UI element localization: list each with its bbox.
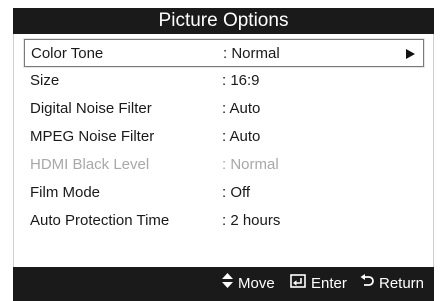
- picture-options-screen: Picture Options Color Tone : Normal Size…: [0, 0, 447, 301]
- right-arrow-icon: [406, 49, 415, 59]
- option-color-tone[interactable]: Color Tone : Normal: [24, 39, 424, 67]
- option-auto-protection-time[interactable]: Auto Protection Time : 2 hours: [24, 207, 424, 235]
- return-label: Return: [379, 275, 425, 293]
- option-label: Auto Protection Time: [30, 212, 170, 229]
- option-label: Film Mode: [30, 184, 101, 201]
- enter-label: Enter: [311, 275, 347, 293]
- option-value: : Auto: [222, 100, 261, 117]
- option-film-mode[interactable]: Film Mode : Off: [24, 179, 424, 207]
- return-icon: [360, 267, 374, 301]
- move-label: Move: [238, 275, 275, 293]
- enter-guide: Enter: [290, 267, 347, 301]
- page-title: Picture Options: [13, 8, 434, 34]
- option-digital-noise-filter[interactable]: Digital Noise Filter : Auto: [24, 95, 424, 123]
- option-value: : Off: [222, 184, 251, 201]
- option-value: : 16:9: [222, 72, 260, 89]
- option-label: Color Tone: [31, 45, 104, 62]
- option-label: HDMI Black Level: [30, 156, 150, 173]
- option-value: : Normal: [223, 45, 280, 62]
- options-panel: Color Tone : Normal Size : 16:9 Digital …: [13, 34, 434, 301]
- option-label: Size: [30, 72, 60, 89]
- footer-guide-bar: Move Enter Return: [13, 267, 434, 301]
- option-value: : Auto: [222, 128, 261, 145]
- option-size[interactable]: Size : 16:9: [24, 67, 424, 95]
- move-guide: Move: [222, 267, 275, 301]
- option-value: : Normal: [222, 156, 279, 173]
- return-guide: Return: [360, 267, 424, 301]
- option-hdmi-black-level: HDMI Black Level : Normal: [24, 151, 424, 179]
- up-down-arrow-icon: [222, 267, 233, 301]
- option-label: Digital Noise Filter: [30, 100, 152, 117]
- option-mpeg-noise-filter[interactable]: MPEG Noise Filter : Auto: [24, 123, 424, 151]
- enter-icon: [290, 267, 306, 301]
- option-value: : 2 hours: [222, 212, 281, 229]
- option-label: MPEG Noise Filter: [30, 128, 155, 145]
